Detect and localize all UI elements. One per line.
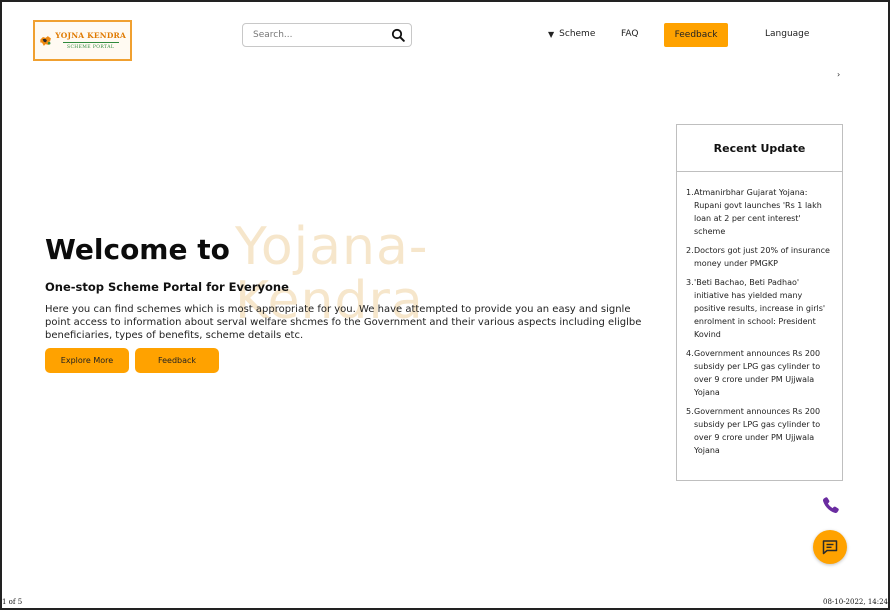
- list-item[interactable]: 1. Atmanirbhar Gujarat Yojana: Rupani go…: [686, 186, 832, 238]
- nav-faq-link[interactable]: FAQ: [621, 29, 638, 39]
- list-item-number: 3.: [686, 278, 694, 287]
- list-item-number: 1.: [686, 188, 694, 197]
- chat-button[interactable]: [813, 530, 847, 564]
- phone-icon[interactable]: [821, 495, 841, 515]
- list-item-text: Doctors got just 20% of insurance money …: [694, 246, 830, 268]
- list-item-number: 4.: [686, 349, 694, 358]
- logo-subtitle: SCHEME PORTAL: [66, 45, 115, 50]
- nav-language-link[interactable]: Language: [765, 29, 809, 39]
- hero-subtitle: One-stop Scheme Portal for Everyone: [45, 280, 289, 294]
- list-item-text: Government announces Rs 200 subsidy per …: [694, 349, 821, 397]
- search-box[interactable]: [242, 23, 412, 47]
- recent-update-panel: Recent Update 1. Atmanirbhar Gujarat Yoj…: [676, 124, 843, 481]
- recent-update-list: 1. Atmanirbhar Gujarat Yojana: Rupani go…: [677, 172, 842, 457]
- caret-down-icon: ▼: [548, 29, 555, 39]
- print-datetime: 08-10-2022, 14:24: [823, 598, 888, 606]
- list-item[interactable]: 2. Doctors got just 20% of insurance mon…: [686, 244, 832, 270]
- chat-icon: [822, 540, 838, 555]
- search-input[interactable]: [253, 30, 391, 40]
- header-feedback-button[interactable]: Feedback: [664, 23, 728, 47]
- search-icon[interactable]: [391, 28, 405, 42]
- nav-scheme-dropdown[interactable]: ▼ Scheme: [548, 29, 595, 39]
- nav-scheme-label: Scheme: [559, 29, 596, 39]
- logo-title: YOJNA KENDRA: [55, 31, 126, 40]
- chevron-right-icon[interactable]: ›: [837, 70, 840, 79]
- page-count: 1 of 5: [2, 598, 23, 606]
- list-item[interactable]: 3. 'Beti Bachao, Beti Padhao' initiative…: [686, 276, 832, 341]
- list-item[interactable]: 4. Government announces Rs 200 subsidy p…: [686, 347, 832, 399]
- list-item-text: Government announces Rs 200 subsidy per …: [694, 407, 821, 455]
- list-item-text: Atmanirbhar Gujarat Yojana: Rupani govt …: [694, 188, 822, 236]
- hero-feedback-button[interactable]: Feedback: [135, 348, 219, 373]
- site-logo[interactable]: YOJNA KENDRA SCHEME PORTAL: [33, 20, 132, 61]
- list-item-number: 2.: [686, 246, 694, 255]
- logo-mark-icon: [40, 35, 51, 46]
- list-item[interactable]: 5. Government announces Rs 200 subsidy p…: [686, 405, 832, 457]
- hero-heading: Welcome to: [45, 233, 230, 266]
- explore-more-button[interactable]: Explore More: [45, 348, 129, 373]
- list-item-number: 5.: [686, 407, 694, 416]
- logo-divider: [62, 42, 119, 43]
- hero-description: Here you can find schemes which is most …: [45, 304, 642, 341]
- logo-text: YOJNA KENDRA SCHEME PORTAL: [55, 31, 126, 50]
- recent-update-title: Recent Update: [677, 125, 842, 172]
- list-item-text: 'Beti Bachao, Beti Padhao' initiative ha…: [694, 278, 826, 339]
